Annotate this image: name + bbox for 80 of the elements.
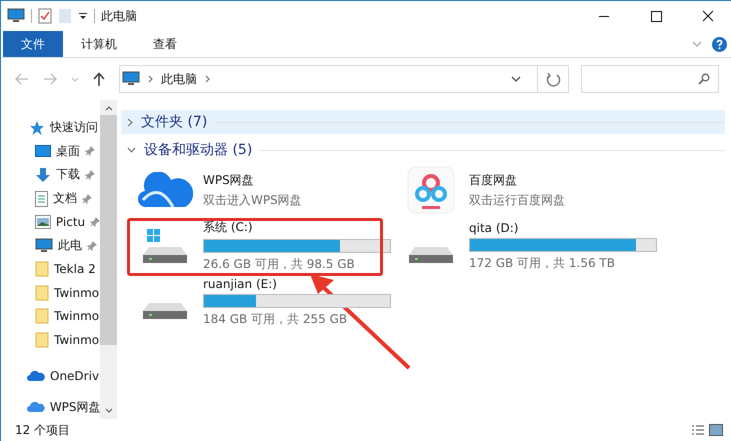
chevron-right-icon bbox=[127, 118, 133, 126]
sidebar-item[interactable]: OneDriv bbox=[1, 364, 100, 388]
sidebar-item[interactable]: Tekla 2 bbox=[1, 257, 100, 282]
sidebar-label: WPS网盘 bbox=[50, 398, 100, 416]
drive-space: 26.6 GB 可用，共 98.5 GB bbox=[203, 256, 356, 273]
scrollbar[interactable] bbox=[100, 100, 117, 419]
drive-name: qita (D:) bbox=[469, 220, 520, 234]
sidebar-item[interactable]: Twinmo bbox=[1, 281, 100, 305]
drive-tile[interactable]: qita (D:) 172 GB 可用，共 1.56 TB bbox=[395, 220, 657, 272]
group-header[interactable]: 文件夹 (7) bbox=[121, 110, 725, 134]
scroll-up-icon[interactable] bbox=[104, 106, 112, 111]
app-name: 百度网盘 bbox=[469, 172, 518, 188]
hard-drive-icon bbox=[141, 302, 189, 320]
drive-space: 172 GB 可用，共 1.56 TB bbox=[469, 254, 616, 272]
group-title: 设备和驱动器 (5) bbox=[144, 141, 252, 159]
sidebar-label: 此电 bbox=[58, 237, 82, 254]
sidebar-label: 桌面 bbox=[56, 142, 80, 160]
folder-icon bbox=[35, 284, 49, 301]
app-name: WPS网盘 bbox=[203, 172, 255, 188]
star-icon bbox=[29, 120, 45, 136]
sidebar-item[interactable]: 下载 bbox=[1, 163, 100, 187]
breadcrumb[interactable]: 此电脑 bbox=[161, 70, 197, 88]
sidebar-item[interactable]: Twinmo bbox=[1, 304, 100, 328]
sidebar-label: 下载 bbox=[56, 166, 80, 184]
chevron-down-icon bbox=[127, 147, 136, 153]
up-icon[interactable] bbox=[93, 72, 105, 86]
desktop-icon bbox=[35, 144, 51, 158]
app-tile[interactable]: WPS网盘 双击进入WPS网盘 bbox=[129, 164, 391, 216]
download-icon bbox=[35, 166, 51, 183]
picture-icon bbox=[35, 215, 51, 230]
search-icon bbox=[698, 73, 710, 85]
sidebar-item[interactable]: 此电 bbox=[1, 234, 100, 258]
properties-icon[interactable] bbox=[38, 8, 52, 24]
search-field[interactable] bbox=[581, 65, 719, 93]
dropdown-icon[interactable] bbox=[78, 11, 88, 21]
drive-space: 184 GB 可用，共 255 GB bbox=[203, 310, 348, 328]
drive-name: ruanjian (E:) bbox=[203, 276, 278, 290]
help-icon[interactable] bbox=[712, 36, 727, 52]
document-icon bbox=[35, 190, 48, 207]
computer-icon bbox=[122, 71, 140, 87]
window-title: 此电脑 bbox=[101, 8, 137, 24]
scroll-down-icon[interactable] bbox=[104, 408, 112, 413]
sidebar-label: Twinmo bbox=[54, 286, 100, 300]
computer-icon bbox=[7, 8, 25, 24]
scrollbar-thumb[interactable] bbox=[100, 115, 117, 345]
details-view-icon[interactable] bbox=[691, 424, 705, 436]
chevron-right-icon[interactable] bbox=[148, 75, 153, 83]
sidebar-label: Tekla 2 bbox=[54, 262, 96, 276]
ribbon-tab[interactable]: 计算机 bbox=[63, 31, 135, 57]
chevron-down-icon[interactable] bbox=[511, 76, 521, 82]
drive-tile[interactable]: ruanjian (E:) 184 GB 可用，共 255 GB bbox=[129, 276, 391, 328]
group-title: 文件夹 (7) bbox=[141, 113, 208, 131]
sidebar-item[interactable]: Pictu bbox=[1, 210, 100, 234]
computer-icon bbox=[35, 238, 53, 254]
folder-icon bbox=[35, 261, 49, 278]
sidebar-item[interactable]: 文档 bbox=[1, 186, 100, 210]
sidebar-label: Twinmo bbox=[54, 309, 100, 324]
sidebar-label: Twinmo bbox=[54, 332, 100, 347]
folder-icon bbox=[35, 308, 49, 324]
drive-name: 系统 (C:) bbox=[203, 219, 254, 236]
sidebar-item[interactable]: 快速访问 bbox=[1, 116, 100, 140]
sidebar-item[interactable]: 桌面 bbox=[1, 140, 100, 164]
app-description: 双击进入WPS网盘 bbox=[203, 192, 303, 208]
folder-icon bbox=[35, 332, 49, 348]
app-description: 双击运行百度网盘 bbox=[469, 192, 566, 208]
ribbon-tab[interactable]: 文件 bbox=[3, 31, 63, 57]
hard-drive-icon bbox=[407, 246, 455, 264]
group-header[interactable]: 设备和驱动器 (5) bbox=[121, 138, 725, 162]
sidebar-label: OneDriv bbox=[50, 368, 100, 383]
sidebar-item[interactable]: Twinmo bbox=[1, 328, 100, 352]
chevron-right-icon[interactable] bbox=[205, 75, 210, 83]
address-bar[interactable]: 此电脑 bbox=[119, 65, 569, 93]
item-count: 12 个项目 bbox=[15, 422, 70, 438]
sidebar-label: 文档 bbox=[53, 190, 77, 208]
app-tile[interactable]: 百度网盘 双击运行百度网盘 bbox=[395, 164, 657, 216]
sidebar-label: Pictu bbox=[56, 215, 85, 230]
sidebar-item[interactable]: WPS网盘 bbox=[1, 395, 100, 419]
hard-drive-icon bbox=[141, 228, 189, 264]
sidebar-label: 快速访问 bbox=[50, 119, 98, 136]
ribbon-tab[interactable]: 查看 bbox=[135, 31, 195, 57]
